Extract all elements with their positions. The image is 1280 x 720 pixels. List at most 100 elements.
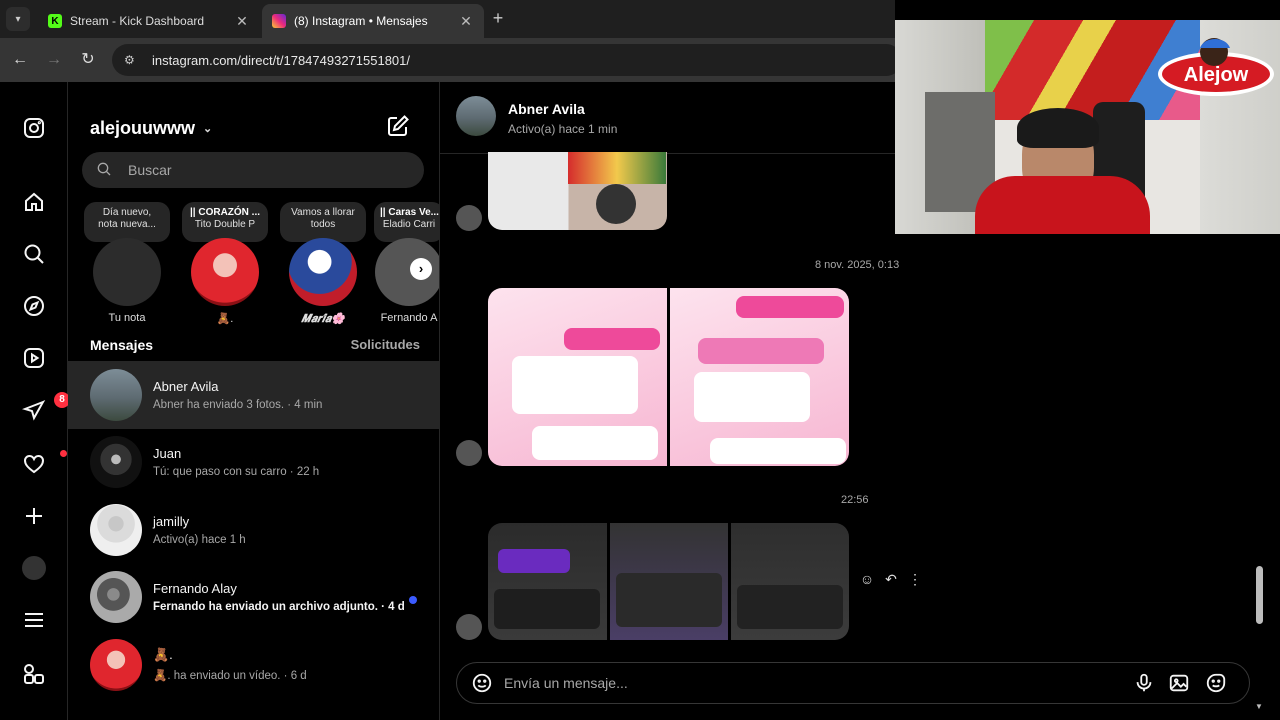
thread-item[interactable]: Abner Avila Abner ha enviado 3 fotos. · … (68, 361, 439, 429)
note-text: Vamos a llorar (291, 207, 355, 218)
microphone-icon[interactable] (1133, 672, 1155, 694)
notifications-heart-icon[interactable] (20, 450, 67, 478)
webcam-overlay-top (895, 0, 1280, 20)
note-label: 🧸. (216, 313, 234, 325)
thread-preview: Activo(a) hace 1 h (153, 533, 246, 546)
also-from-meta-icon[interactable] (20, 660, 48, 688)
messages-icon[interactable]: 8 (20, 392, 70, 424)
profile-avatar[interactable] (20, 554, 48, 582)
new-tab-button[interactable]: + (488, 8, 508, 28)
forward-button[interactable]: → (42, 48, 66, 72)
address-bar[interactable]: ⚙ instagram.com/direct/t/178474932715518… (112, 44, 902, 76)
tab-title: (8) Instagram • Mensajes (294, 14, 428, 28)
note-text: Tito Double P (194, 219, 256, 230)
note-item[interactable]: Vamos a llorar todos 𝑴𝒂𝒓𝒊́𝒂🌸 (280, 202, 366, 326)
create-plus-icon[interactable] (20, 502, 48, 530)
thread-preview: 🧸. ha enviado un vídeo. · 6 d (153, 670, 307, 683)
search-input[interactable]: Buscar (82, 152, 424, 188)
avatar (456, 205, 482, 231)
thread-item[interactable]: jamilly Activo(a) hace 1 h (68, 496, 439, 564)
more-options-icon[interactable]: ⋮ (907, 571, 923, 587)
thread-name: Juan (153, 446, 182, 462)
message-actions: ☺ ↶ ⋮ (859, 571, 923, 587)
section-title: Mensajes (90, 337, 154, 353)
scroll-down-arrow[interactable]: ▼ (1255, 702, 1263, 711)
tab-search-menu-button[interactable]: ▾ (6, 7, 30, 31)
explore-icon[interactable] (20, 292, 48, 320)
account-username: alejouuwww (90, 118, 196, 138)
account-switcher[interactable]: alejouuwww ⌄ (90, 118, 212, 139)
message-timestamp: 22:56 (841, 494, 869, 506)
note-bubble: Día nuevo, nota nueva... (84, 202, 170, 242)
chat-contact-name[interactable]: Abner Avila (508, 101, 585, 117)
home-icon[interactable] (20, 188, 48, 216)
chevron-right-icon[interactable]: › (410, 258, 432, 280)
sticker-icon[interactable] (1205, 672, 1227, 694)
site-settings-icon[interactable]: ⚙ (124, 53, 140, 67)
note-item[interactable]: || CORAZÓN ... Tito Double P 🧸. (182, 202, 268, 325)
back-button[interactable]: ← (8, 48, 32, 72)
message-photo[interactable] (488, 523, 607, 640)
note-text: Día nuevo, (102, 207, 152, 218)
message-photo[interactable] (731, 523, 849, 640)
tab-instagram-messages[interactable]: (8) Instagram • Mensajes ✕ (262, 4, 484, 38)
image-upload-icon[interactable] (1168, 672, 1190, 694)
note-text: || Caras Ve... (380, 207, 439, 218)
note-bubble: || CORAZÓN ... Tito Double P (182, 202, 268, 242)
close-icon[interactable]: ✕ (458, 13, 474, 30)
avatar (90, 436, 142, 489)
instagram-nav-rail: 8 (0, 82, 70, 720)
avatar (90, 503, 142, 556)
thread-item[interactable]: Juan Tú: que paso con su carro · 22 h (68, 429, 439, 497)
note-text: nota nueva... (98, 219, 156, 230)
avatar (90, 571, 142, 624)
tab-title: Stream - Kick Dashboard (70, 14, 205, 28)
reply-icon[interactable]: ↶ (883, 571, 899, 587)
note-text: Eladio Carri (382, 219, 436, 230)
more-menu-icon[interactable] (20, 606, 48, 634)
close-icon[interactable]: ✕ (234, 13, 250, 30)
react-emoji-icon[interactable]: ☺ (859, 571, 875, 587)
reload-button[interactable]: ↻ (76, 48, 100, 72)
avatar (456, 440, 482, 466)
reels-icon[interactable] (20, 344, 48, 372)
streamer-logo-badge: Alejow (1156, 34, 1276, 98)
note-text: todos (310, 219, 336, 230)
message-timestamp: 8 nov. 2025, 0:13 (815, 259, 900, 271)
chevron-down-icon: ⌄ (203, 123, 213, 135)
instagram-icon (272, 14, 286, 28)
avatar[interactable] (456, 96, 496, 136)
instagram-logo-icon[interactable] (20, 114, 48, 142)
tab-kick-dashboard[interactable]: K Stream - Kick Dashboard ✕ (38, 4, 260, 38)
message-photo[interactable] (670, 288, 849, 466)
streamer-badge-text: Alejow (1183, 64, 1249, 86)
avatar (289, 238, 357, 306)
note-bubble: || Caras Ve... Eladio Carri (374, 202, 439, 242)
note-label: Tu nota (108, 312, 146, 324)
thread-name: jamilly (153, 513, 190, 529)
message-photo[interactable] (488, 288, 667, 466)
note-bubble: Vamos a llorar todos (280, 202, 366, 242)
thread-item[interactable]: Fernando Alay Fernando ha enviado un arc… (68, 564, 439, 632)
avatar (191, 238, 259, 306)
unread-dot (409, 595, 417, 604)
scrollbar-thumb[interactable] (1256, 566, 1263, 624)
thread-item[interactable]: 🧸. 🧸. ha enviado un vídeo. · 6 d (68, 631, 439, 699)
note-item[interactable]: Día nuevo, nota nueva... Tu nota (84, 202, 170, 324)
message-photo[interactable] (610, 523, 728, 640)
url-text: instagram.com/direct/t/17847493271551801… (152, 52, 411, 68)
emoji-icon[interactable] (471, 672, 493, 694)
message-photo[interactable] (488, 152, 667, 230)
thread-name: Abner Avila (153, 378, 219, 394)
message-composer[interactable]: Envía un mensaje... (456, 662, 1250, 704)
new-message-icon[interactable] (386, 114, 410, 138)
thread-preview: Tú: que paso con su carro · 22 h (153, 466, 320, 479)
search-icon[interactable] (20, 240, 48, 268)
requests-link[interactable]: Solicitudes (351, 337, 420, 353)
avatar (456, 614, 482, 640)
browser-tab-strip: ▾ K Stream - Kick Dashboard ✕ (8) Instag… (0, 0, 895, 38)
thread-name: Fernando Alay (153, 581, 237, 597)
thread-preview: Fernando ha enviado un archivo adjunto. … (153, 601, 405, 614)
chat-scrollbar[interactable]: ▼ (1253, 152, 1267, 714)
note-label: 𝑴𝒂𝒓𝒊́𝒂🌸 (301, 313, 345, 325)
